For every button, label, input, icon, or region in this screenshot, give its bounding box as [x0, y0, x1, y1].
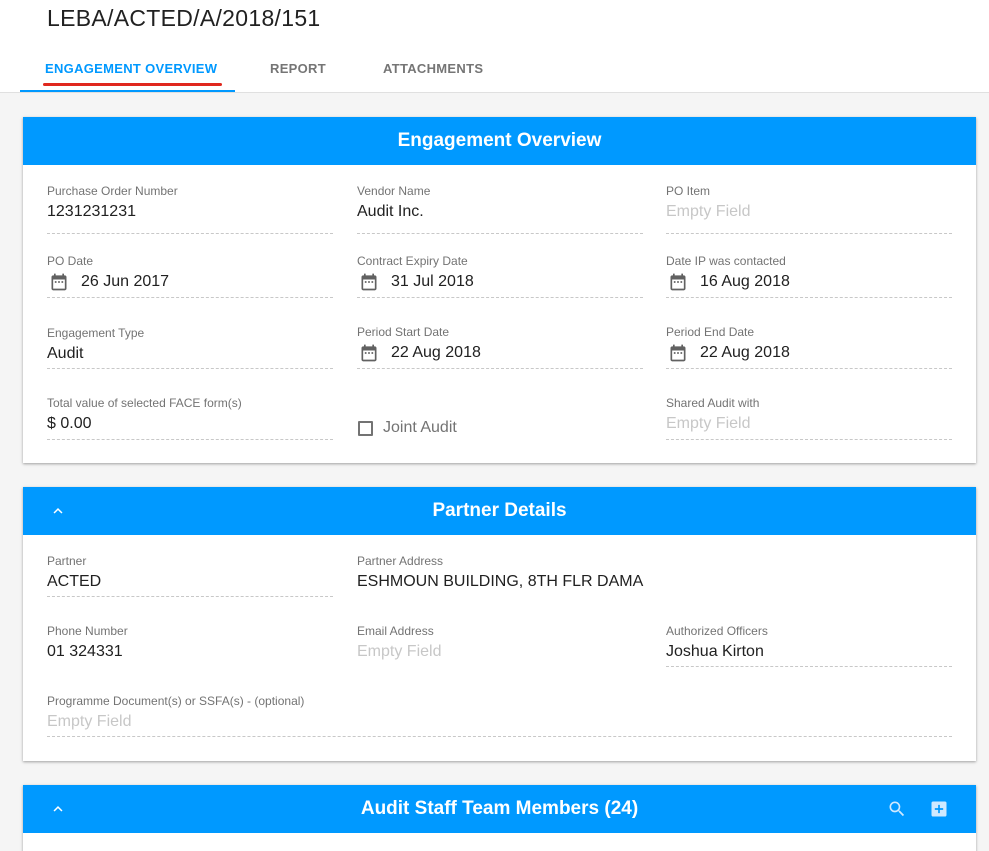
- field-placeholder: Empty Field: [666, 415, 751, 432]
- currency-symbol: $: [47, 415, 56, 432]
- po-item-field[interactable]: PO Item Empty Field: [666, 184, 952, 234]
- field-placeholder: Empty Field: [357, 643, 442, 660]
- field-label: Purchase Order Number: [47, 184, 178, 198]
- chevron-up-icon[interactable]: [49, 800, 67, 818]
- tab-engagement-overview[interactable]: ENGAGEMENT OVERVIEW: [45, 61, 217, 76]
- vendor-name-field[interactable]: Vendor Name Audit Inc.: [357, 184, 643, 234]
- total-face-field[interactable]: Total value of selected FACE form(s) $ 0…: [47, 396, 333, 440]
- field-label: Phone Number: [47, 624, 128, 638]
- field-value: 22 Aug 2018: [391, 344, 481, 361]
- field-value: Audit Inc.: [357, 203, 424, 220]
- po-number-field[interactable]: Purchase Order Number 1231231231: [47, 184, 333, 234]
- card-title: Engagement Overview: [397, 130, 602, 151]
- field-value: 1231231231: [47, 203, 136, 220]
- field-placeholder: Empty Field: [47, 713, 132, 730]
- tab-report[interactable]: REPORT: [270, 61, 326, 76]
- partner-details-card: Partner Details Partner ACTED Partner Ad…: [23, 487, 976, 761]
- field-value: 16 Aug 2018: [700, 273, 790, 290]
- field-label: Shared Audit with: [666, 396, 760, 410]
- field-value: 01 324331: [47, 643, 123, 660]
- field-label: Partner Address: [357, 554, 444, 568]
- calendar-icon[interactable]: [668, 272, 688, 292]
- field-label: Date IP was contacted: [666, 254, 786, 268]
- field-label: Contract Expiry Date: [357, 254, 468, 268]
- field-label: Period End Date: [666, 325, 755, 339]
- field-value: 31 Jul 2018: [391, 273, 474, 290]
- partner-details-header: Partner Details: [23, 487, 976, 535]
- field-value: ACTED: [47, 573, 102, 590]
- calendar-icon[interactable]: [49, 272, 69, 292]
- search-icon[interactable]: [887, 799, 907, 819]
- page-title: LEBA/ACTED/A/2018/151: [47, 5, 321, 31]
- add-box-icon[interactable]: [929, 799, 949, 819]
- page-header: LEBA/ACTED/A/2018/151 ENGAGEMENT OVERVIE…: [0, 0, 989, 93]
- calendar-icon[interactable]: [668, 343, 688, 363]
- card-title: Partner Details: [432, 500, 567, 521]
- tab-bar-indicator: [20, 90, 235, 92]
- calendar-icon[interactable]: [359, 272, 379, 292]
- joint-audit-checkbox[interactable]: Joint Audit: [358, 419, 457, 437]
- contract-expiry-field[interactable]: Contract Expiry Date 31 Jul 2018: [357, 254, 643, 298]
- amount-value: 0.00: [60, 415, 92, 432]
- field-label: Authorized Officers: [666, 624, 768, 638]
- active-tab-indicator: [43, 83, 222, 86]
- authorized-officers-field[interactable]: Authorized Officers Joshua Kirton: [666, 624, 952, 667]
- field-label: Vendor Name: [357, 184, 431, 198]
- period-end-field[interactable]: Period End Date 22 Aug 2018: [666, 325, 952, 369]
- card-title: Audit Staff Team Members (24): [360, 798, 639, 819]
- engagement-type-field[interactable]: Engagement Type Audit: [47, 326, 333, 369]
- field-label: Total value of selected FACE form(s): [47, 396, 242, 410]
- phone-field: Phone Number 01 324331: [47, 624, 333, 667]
- field-label: Partner: [47, 554, 87, 568]
- checkbox-label: Joint Audit: [383, 419, 457, 436]
- partner-field[interactable]: Partner ACTED: [47, 554, 333, 597]
- field-value: 26 Jun 2017: [81, 273, 170, 290]
- period-start-field[interactable]: Period Start Date 22 Aug 2018: [357, 325, 643, 369]
- checkbox-box[interactable]: [358, 420, 373, 436]
- tab-attachments[interactable]: ATTACHMENTS: [383, 61, 483, 76]
- shared-audit-field[interactable]: Shared Audit with Empty Field: [666, 396, 952, 440]
- programme-docs-field[interactable]: Programme Document(s) or SSFA(s) - (opti…: [47, 694, 952, 737]
- field-label: Email Address: [357, 624, 434, 638]
- field-label: Engagement Type: [47, 326, 145, 340]
- field-label: Period Start Date: [357, 325, 450, 339]
- audit-staff-header: Audit Staff Team Members (24): [23, 785, 976, 833]
- field-value: 22 Aug 2018: [700, 344, 790, 361]
- engagement-overview-card: Engagement Overview Purchase Order Numbe…: [23, 117, 976, 463]
- chevron-up-icon[interactable]: [49, 502, 67, 520]
- field-label: PO Item: [666, 184, 711, 198]
- field-label: Programme Document(s) or SSFA(s) - (opti…: [47, 694, 305, 708]
- field-label: PO Date: [47, 254, 94, 268]
- engagement-overview-header: Engagement Overview: [23, 117, 976, 165]
- field-value: ESHMOUN BUILDING, 8TH FLR DAMA: [357, 573, 644, 590]
- email-field: Email Address Empty Field: [357, 624, 643, 667]
- field-placeholder: Empty Field: [666, 203, 751, 220]
- partner-address-field: Partner Address ESHMOUN BUILDING, 8TH FL…: [357, 554, 952, 597]
- calendar-icon[interactable]: [359, 343, 379, 363]
- po-date-field[interactable]: PO Date 26 Jun 2017: [47, 254, 333, 298]
- date-ip-contacted-field[interactable]: Date IP was contacted 16 Aug 2018: [666, 254, 952, 298]
- audit-staff-card: Audit Staff Team Members (24): [23, 785, 976, 851]
- field-value: $ 0.00: [47, 415, 92, 433]
- field-value: Audit: [47, 345, 84, 362]
- field-value: Joshua Kirton: [666, 643, 764, 660]
